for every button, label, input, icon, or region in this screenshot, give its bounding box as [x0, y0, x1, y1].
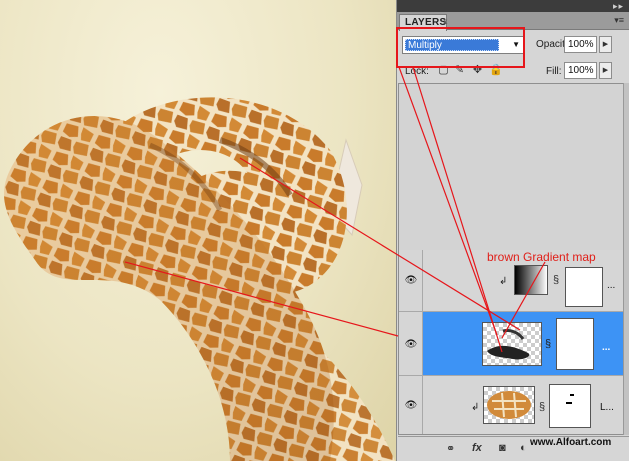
blend-mode-select[interactable]: Multiply ▼: [402, 36, 524, 54]
chevron-down-icon[interactable]: ▼: [512, 40, 520, 49]
collapse-icon[interactable]: ▸▸: [613, 1, 624, 12]
eye-icon[interactable]: 👁: [403, 400, 419, 412]
link-icon[interactable]: §: [545, 338, 551, 350]
layers-panel: ▸▸ LAYERS x ▾≡ Multiply ▼ Opacity: 100% …: [396, 0, 629, 461]
scrollbar[interactable]: [623, 83, 629, 435]
opacity-field[interactable]: 100%: [564, 36, 597, 53]
fx-icon[interactable]: fx: [472, 442, 482, 454]
tab-layers[interactable]: LAYERS x: [399, 14, 447, 31]
annotation-text: brown Gradient map: [487, 250, 596, 264]
lock-all-icon[interactable]: 🔒: [489, 64, 503, 77]
document-canvas[interactable]: [0, 0, 400, 461]
layer-thumbnail[interactable]: [482, 322, 542, 366]
layer-name: ...: [602, 342, 611, 353]
eye-icon[interactable]: 👁: [403, 275, 419, 287]
gradient-map-thumbnail[interactable]: [514, 265, 548, 295]
mask-icon[interactable]: ◙: [499, 442, 506, 454]
eye-icon[interactable]: 👁: [403, 339, 419, 351]
link-icon[interactable]: §: [539, 401, 545, 413]
close-icon[interactable]: x: [443, 17, 448, 26]
panel-menu-icon[interactable]: ▾≡: [614, 15, 624, 26]
layer-name: ...: [607, 280, 616, 291]
link-layers-icon[interactable]: ⚭: [446, 442, 455, 455]
tab-layers-label: LAYERS: [405, 17, 447, 28]
clip-arrow-icon: ↲: [471, 402, 480, 413]
fill-label: Fill:: [546, 66, 562, 77]
link-icon[interactable]: §: [553, 274, 559, 286]
layer-mask-thumbnail[interactable]: [556, 318, 594, 370]
clip-arrow-icon: ↲: [499, 276, 508, 287]
fill-field[interactable]: 100%: [564, 62, 597, 79]
lock-label: Lock:: [405, 66, 429, 77]
blend-mode-value: Multiply: [405, 39, 499, 51]
lock-move-icon[interactable]: ✥: [471, 64, 484, 77]
layer-row-giraffe-texture[interactable]: 👁 ↲ § L...: [399, 376, 623, 434]
panel-header-strip: ▸▸: [397, 0, 629, 12]
layer-thumbnail[interactable]: [483, 386, 535, 424]
layer-mask-thumbnail[interactable]: [565, 267, 603, 307]
fill-stepper[interactable]: ▶: [599, 62, 612, 79]
watermark-text: www.Alfoart.com: [530, 437, 612, 448]
panel-tab-bar: LAYERS x ▾≡: [397, 12, 629, 31]
layer-row-selected[interactable]: 👁 § ...: [399, 312, 623, 376]
lock-brush-icon[interactable]: ✎: [453, 64, 466, 77]
opacity-stepper[interactable]: ▶: [599, 36, 612, 53]
adjustment-icon[interactable]: ◐: [520, 442, 527, 454]
layer-mask-thumbnail[interactable]: [549, 384, 591, 428]
giraffe-artwork: [4, 97, 395, 461]
lock-transparent-icon[interactable]: ▢: [437, 64, 450, 77]
layer-name: L...: [600, 402, 614, 413]
